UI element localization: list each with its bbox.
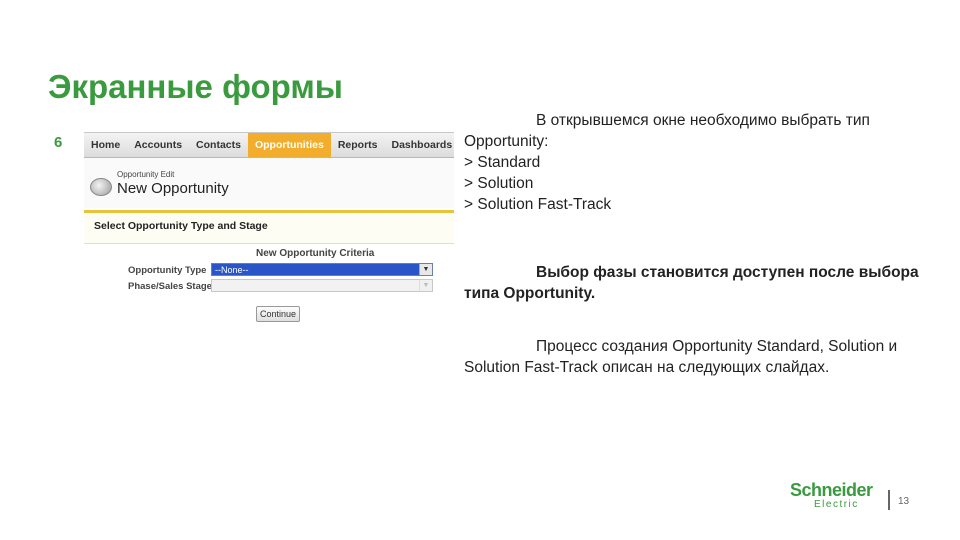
page-number: 13 [898,496,910,507]
continue-button[interactable]: Continue [256,306,300,322]
process-note: Процесс создания Opportunity Standard, S… [464,336,924,378]
opportunity-type-value: --None-- [215,265,249,275]
logo-wordmark: Schneider [790,480,873,500]
opportunity-icon [90,178,112,196]
opportunity-type-label: Opportunity Type [128,265,207,276]
section-title: Select Opportunity Type and Stage [94,220,268,232]
phase-note-text: Выбор фазы становится доступен после выб… [464,264,919,302]
tab-dashboards[interactable]: Dashboards [385,133,455,157]
process-note-text: Процесс создания Opportunity Standard, S… [464,338,898,376]
tab-contacts[interactable]: Contacts [189,133,248,157]
schneider-logo: Schneider Electric [790,480,886,512]
screenshot-panel: Home Accounts Contacts Opportunities Rep… [84,130,454,327]
slide-title: Экранные формы [48,68,343,105]
phase-stage-label: Phase/Sales Stage [128,281,212,292]
logo-subtext: Electric [814,499,859,510]
instruction-paragraph: В открывшемся окне необходимо выбрать ти… [464,110,924,215]
tab-accounts[interactable]: Accounts [127,133,189,157]
criteria-heading: New Opportunity Criteria [256,248,375,259]
chevron-down-icon: ▼ [419,280,432,291]
breadcrumb: Opportunity Edit [117,170,175,179]
option-solution: > Solution [464,175,534,192]
tab-home[interactable]: Home [84,133,127,157]
tab-reports[interactable]: Reports [331,133,385,157]
chevron-down-icon[interactable]: ▼ [419,264,432,275]
tab-opportunities[interactable]: Opportunities [247,133,331,157]
page-title: New Opportunity [117,180,229,197]
opportunity-type-select[interactable]: --None-- ▼ [211,263,433,276]
step-number: 6 [54,134,63,151]
footer-divider [888,490,890,510]
tab-bar: Home Accounts Contacts Opportunities Rep… [84,132,454,158]
phase-note: Выбор фазы становится доступен после выб… [464,262,924,304]
phase-stage-select: ▼ [211,279,433,292]
option-solution-fast-track: > Solution Fast-Track [464,196,612,213]
instruction-text: В открывшемся окне необходимо выбрать ти… [464,112,870,150]
option-standard: > Standard [464,154,541,171]
